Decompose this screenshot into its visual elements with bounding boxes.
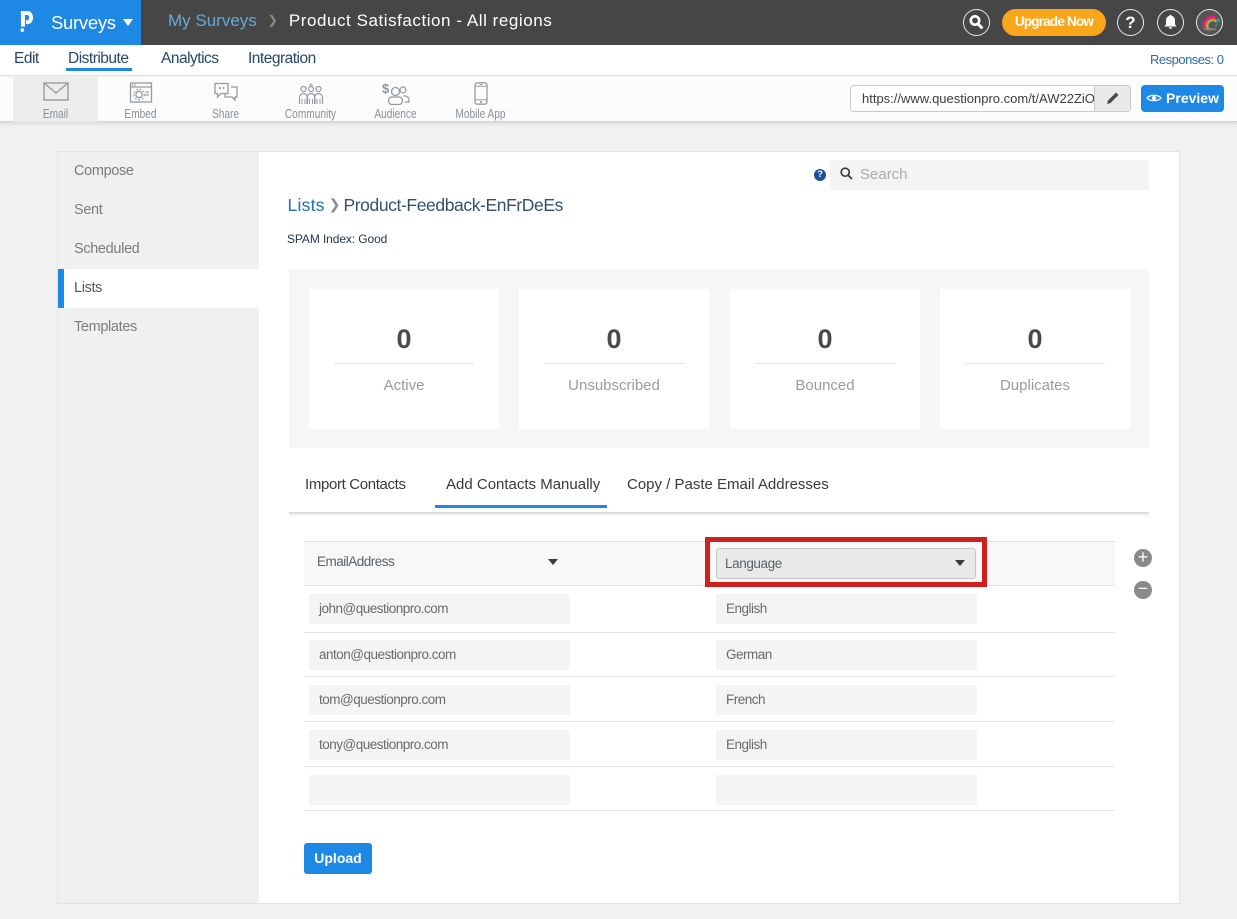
- svg-text:$: $: [382, 82, 390, 96]
